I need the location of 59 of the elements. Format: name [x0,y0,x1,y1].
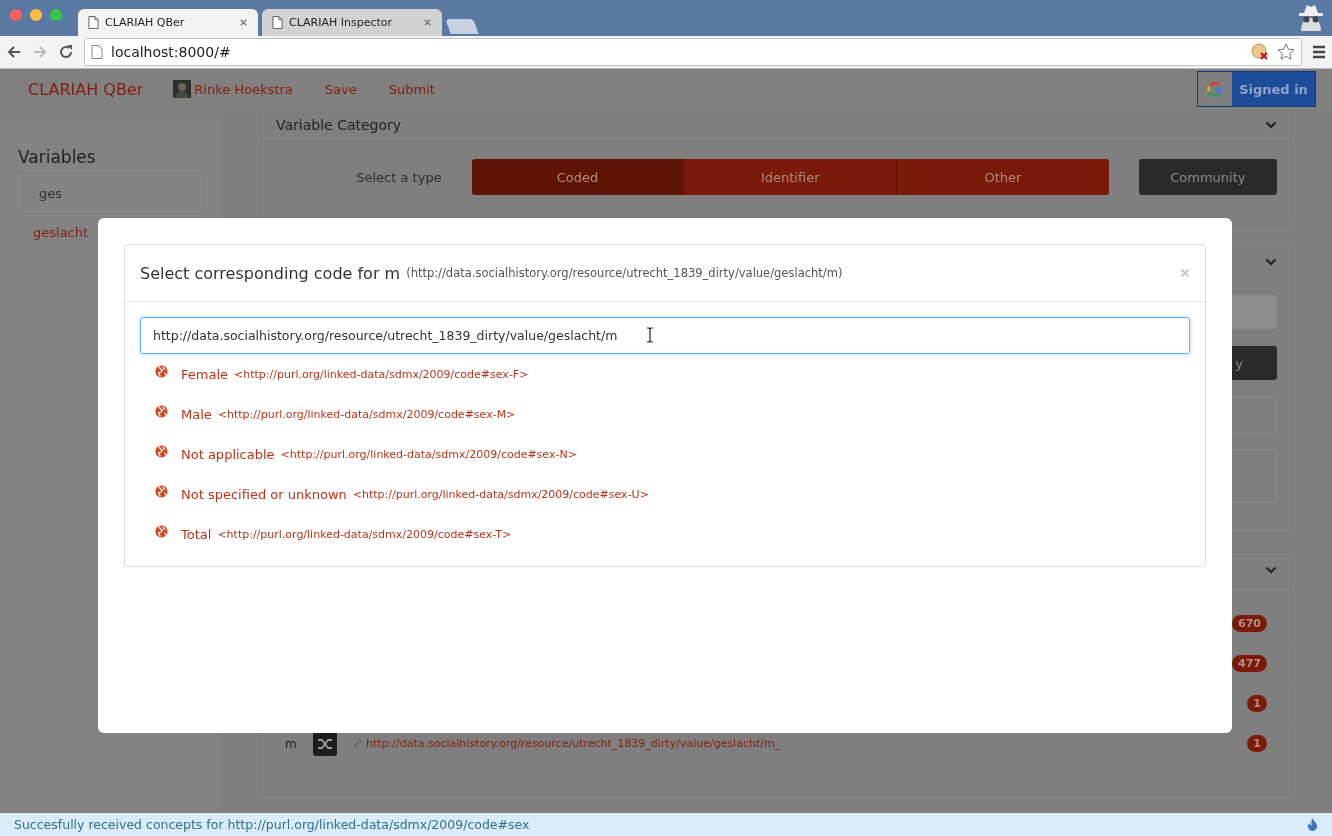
count-badge: 477 [1232,655,1267,672]
app-brand[interactable]: CLARIAH QBer [28,79,144,99]
link-icon [353,739,362,748]
globe-icon [155,484,168,498]
shuffle-icon[interactable] [313,731,337,756]
type-label: Select a type [355,169,442,185]
user-link[interactable]: Rinke Hoekstra [194,81,293,97]
page-icon [272,16,283,29]
count-badge: 1 [1247,695,1267,712]
type-button[interactable]: Other [896,159,1109,195]
globe-icon [155,364,168,378]
modal-uri: (http://data.socialhistory.org/resource/utrecht_1839_dirty/value/geslacht/m) [406,266,843,280]
close-tab-icon[interactable] [239,18,248,27]
minimize-window-button[interactable] [30,9,42,21]
status-message: Succesfully received concepts for http://purl.org/linked-data/sdmx/2009/code#sex [14,817,531,832]
nav-link[interactable]: Save [324,81,357,97]
address-field[interactable]: localhost:8000/# [84,38,1302,66]
count-badge: 1 [1247,735,1267,752]
code-option[interactable]: Total <http://purl.org/linked-data/sdmx/2009/code#sex-T> [140,514,512,554]
chevron-down-icon[interactable] [1265,565,1277,574]
browser-tab[interactable]: CLARIAH QBer [78,9,258,36]
nav-link[interactable]: Submit [388,81,435,97]
globe-icon [155,444,168,458]
text-cursor-icon [646,327,654,343]
browser-tab[interactable]: CLARIAH Inspector [262,9,442,36]
chevron-down-icon[interactable] [1265,257,1277,266]
value-link[interactable]: http://data.socialhistory.org/resource/utrecht_1839_dirty/value/geslacht/m_ [366,737,781,750]
avatar-icon [173,80,192,98]
page-icon [88,16,99,29]
bookmark-star-icon[interactable] [1277,43,1295,61]
value-label: m [285,736,298,751]
page-icon [91,45,103,59]
sidebar-title: Variables [18,147,97,167]
type-button[interactable]: Coded [471,159,684,195]
code-option[interactable]: Not specified or unknown <http://purl.org/linked-data/sdmx/2009/code#sex-U> [140,474,649,514]
back-icon[interactable] [6,44,22,60]
close-tab-icon[interactable] [423,18,432,27]
incognito-icon [1296,3,1326,31]
modal-title: Select corresponding code for m [140,263,401,283]
panel-title: Variable Category [276,117,403,133]
search-input[interactable]: http://data.socialhistory.org/resource/utrecht_1839_dirty/value/geslacht/m [140,317,1190,354]
cookie-blocked-icon[interactable] [1251,43,1269,61]
search-field[interactable]: ges [18,175,202,212]
code-option[interactable]: Not applicable <http://purl.org/linked-data/sdmx/2009/code#sex-N> [140,434,577,474]
code-option[interactable]: Male <http://purl.org/linked-data/sdmx/2009/code#sex-M> [140,394,516,434]
community-button[interactable]: Community [1138,159,1277,195]
maximize-window-button[interactable] [50,9,62,21]
new-tab-button[interactable] [445,19,479,34]
google-sign-in-button[interactable]: Signed in [1197,71,1316,107]
count-badge: 670 [1232,615,1267,632]
globe-icon [155,404,168,418]
menu-icon[interactable] [1312,45,1326,59]
type-button[interactable]: Identifier [683,159,897,195]
flame-icon [1307,818,1318,831]
code-option[interactable]: Female <http://purl.org/linked-data/sdmx/2009/code#sex-F> [140,354,529,394]
chevron-down-icon[interactable] [1265,121,1277,129]
globe-icon [155,524,168,538]
reload-icon[interactable] [58,44,74,60]
google-logo-icon [1205,79,1225,99]
